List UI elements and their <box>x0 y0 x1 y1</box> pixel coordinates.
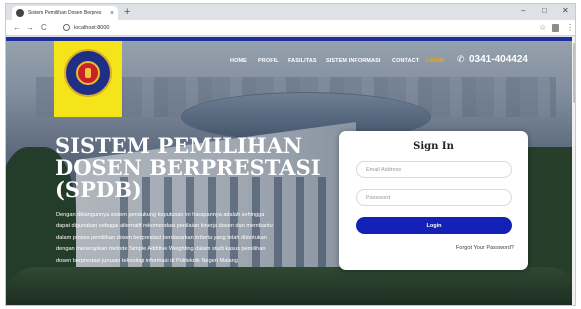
hero-title-line: SISTEM PEMILIHAN <box>55 133 303 158</box>
nav-contact[interactable]: CONTACT <box>392 56 419 66</box>
tab-title: Sistem Pemilihan Dosen Berpres <box>28 10 102 16</box>
page-viewport: HOME PROFIL FASILITAS SISTEM INFORMASI C… <box>6 37 575 305</box>
bookmark-star-icon[interactable]: ☆ <box>539 22 546 34</box>
signin-card: Sign In Login Forgot Your Password? <box>339 131 528 270</box>
hero-description-line: dosen berprestasi jurusan teknologi info… <box>56 257 238 264</box>
hero-description-line: dalam proses pemilihan dosen berprestasi… <box>56 234 267 241</box>
page-scrollbar[interactable] <box>572 37 575 305</box>
nav-home[interactable]: HOME <box>230 56 247 66</box>
tab-close-icon[interactable]: × <box>110 10 114 17</box>
nav-sistem-informasi[interactable]: SISTEM INFORMASI <box>326 56 380 66</box>
phone-number: 0341-404424 <box>469 54 528 65</box>
hero-title: SISTEM PEMILIHAN DOSEN BERPRESTASI (SPDB… <box>55 133 321 202</box>
password-field[interactable] <box>356 189 512 206</box>
browser-tab[interactable]: Sistem Pemilihan Dosen Berpres × <box>12 6 118 20</box>
hero-title-line: DOSEN BERPRESTASI <box>55 155 321 180</box>
reload-button[interactable]: C <box>41 22 47 34</box>
scrollbar-thumb[interactable] <box>573 43 575 103</box>
hero-title-line: (SPDB) <box>55 177 142 202</box>
site-logo[interactable] <box>54 41 122 117</box>
browser-menu-icon[interactable]: ⋮ <box>566 22 574 34</box>
back-button[interactable]: ← <box>13 22 21 34</box>
browser-toolbar: ← → C localhost:8000 ☆ ⋮ <box>6 20 575 36</box>
forgot-password-link[interactable]: Forgot Your Password? <box>456 244 514 252</box>
browser-window: Sistem Pemilihan Dosen Berpres × + – □ ✕… <box>5 3 576 306</box>
address-bar[interactable]: localhost:8000 <box>74 24 109 32</box>
hero-description-line: dengan menerapkan metode Simple Additive… <box>56 246 266 253</box>
hero-description-line: dapat digunakan sebagai alternatif rekom… <box>56 223 273 230</box>
nav-fasilitas[interactable]: FASILITAS <box>288 56 317 66</box>
info-icon[interactable] <box>63 24 70 31</box>
hero-description-line: Dengan dibangunnya sistem pendukung kepu… <box>56 212 265 218</box>
extension-icon[interactable] <box>552 24 559 32</box>
globe-icon <box>16 9 24 17</box>
new-tab-button[interactable]: + <box>124 5 130 19</box>
login-button[interactable]: Login <box>356 217 512 234</box>
nav-profil[interactable]: PROFIL <box>258 56 279 66</box>
email-field[interactable] <box>356 161 512 178</box>
signin-title: Sign In <box>413 141 454 152</box>
close-window-button[interactable]: ✕ <box>562 5 569 17</box>
maximize-button[interactable]: □ <box>542 5 547 17</box>
phone-icon: ✆ <box>457 54 465 64</box>
tab-strip: Sistem Pemilihan Dosen Berpres × + – □ ✕ <box>6 4 575 20</box>
nav-login[interactable]: LOGIN <box>426 56 444 66</box>
hero-description: Dengan dibangunnya sistem pendukung kepu… <box>56 210 346 267</box>
seal-torch-icon <box>85 68 91 78</box>
forward-button[interactable]: → <box>26 22 34 34</box>
minimize-button[interactable]: – <box>521 5 525 17</box>
